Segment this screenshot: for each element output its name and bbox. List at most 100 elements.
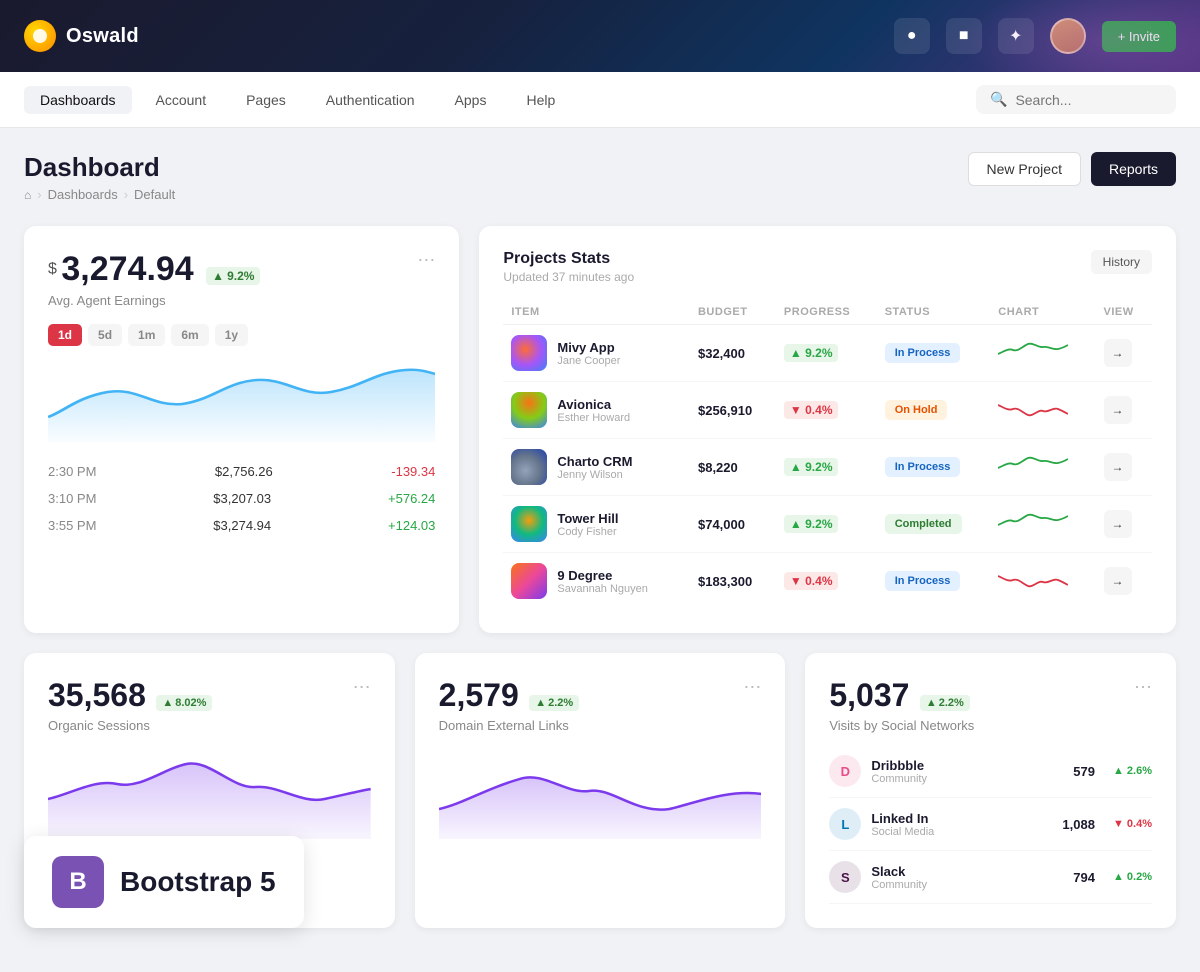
social-value: 794 <box>1073 870 1095 885</box>
domain-links-card: ⋯ 2,579 ▲ 2.2% Domain External Links <box>415 653 786 928</box>
social-name: Slack <box>871 864 927 879</box>
search-icon: 🔍 <box>990 91 1007 108</box>
project-budget: $32,400 <box>690 325 776 382</box>
project-item: 9 Degree Savannah Nguyen <box>511 563 682 599</box>
top-nav-right: ● ■ ✦ + Invite <box>894 18 1176 54</box>
col-item: ITEM <box>503 300 690 325</box>
time-tab-1m[interactable]: 1m <box>128 324 165 346</box>
logo-icon <box>24 20 56 52</box>
earn-row-1: 2:30 PM $2,756.26 -139.34 <box>48 458 435 485</box>
avatar[interactable] <box>1050 18 1086 54</box>
history-button[interactable]: History <box>1091 250 1152 274</box>
tab-authentication[interactable]: Authentication <box>310 86 431 114</box>
earnings-badge: ▲ 9.2% <box>206 267 260 285</box>
project-progress: ▼ 0.4% <box>784 572 839 590</box>
project-owner: Esther Howard <box>557 412 630 424</box>
table-row: 9 Degree Savannah Nguyen $183,300 ▼ 0.4%… <box>503 553 1152 610</box>
tab-pages[interactable]: Pages <box>230 86 302 114</box>
social-row: S Slack Community 794 ▲ 0.2% <box>829 851 1152 904</box>
page-content: Dashboard ⌂ › Dashboards › Default New P… <box>0 128 1200 972</box>
earn-row-2: 3:10 PM $3,207.03 +576.24 <box>48 485 435 512</box>
breadcrumb: ⌂ › Dashboards › Default <box>24 187 175 202</box>
project-thumbnail <box>511 392 547 428</box>
social-number-wrap: 5,037 ▲ 2.2% <box>829 677 1152 714</box>
project-chart <box>990 325 1095 382</box>
share-icon[interactable]: ✦ <box>998 18 1034 54</box>
col-status: STATUS <box>877 300 991 325</box>
tab-apps[interactable]: Apps <box>439 86 503 114</box>
earn-time-2: 3:10 PM <box>48 491 96 506</box>
bootstrap-overlay: B Bootstrap 5 <box>24 836 304 928</box>
project-owner: Cody Fisher <box>557 526 618 538</box>
table-row: Charto CRM Jenny Wilson $8,220 ▲ 9.2% In… <box>503 439 1152 496</box>
project-chart <box>990 496 1095 553</box>
time-tab-5d[interactable]: 5d <box>88 324 122 346</box>
camera-icon[interactable]: ● <box>894 18 930 54</box>
project-view-button[interactable]: → <box>1104 567 1132 595</box>
project-view-button[interactable]: → <box>1104 396 1132 424</box>
tab-help[interactable]: Help <box>510 86 571 114</box>
social-more-button[interactable]: ⋯ <box>1134 677 1152 698</box>
top-row: ⋯ $ 3,274.94 ▲ 9.2% Avg. Agent Earnings … <box>24 226 1176 633</box>
social-value: 1,088 <box>1062 817 1095 832</box>
project-thumbnail <box>511 449 547 485</box>
domain-number: 2,579 <box>439 677 519 713</box>
breadcrumb-dashboards[interactable]: Dashboards <box>48 187 118 202</box>
col-chart: CHART <box>990 300 1095 325</box>
reports-button[interactable]: Reports <box>1091 152 1176 186</box>
project-view-button[interactable]: → <box>1104 339 1132 367</box>
search-input[interactable] <box>1015 92 1162 108</box>
header-left: Dashboard ⌂ › Dashboards › Default <box>24 152 175 202</box>
social-change: ▲ 0.2% <box>1113 871 1152 883</box>
bootstrap-text: Bootstrap 5 <box>120 866 276 898</box>
main-navigation: Dashboards Account Pages Authentication … <box>0 72 1200 128</box>
invite-button[interactable]: + Invite <box>1102 21 1176 52</box>
project-name: Avionica <box>557 397 630 412</box>
project-name: Mivy App <box>557 340 620 355</box>
bootstrap-icon: B <box>52 856 104 908</box>
time-tab-1y[interactable]: 1y <box>215 324 248 346</box>
page-title: Dashboard <box>24 152 175 183</box>
project-status: Completed <box>885 514 962 534</box>
bottom-row: ⋯ 35,568 ▲ 8.02% Organic Sessions <box>24 653 1176 928</box>
earnings-more-button[interactable]: ⋯ <box>417 250 435 271</box>
project-budget: $8,220 <box>690 439 776 496</box>
project-status: In Process <box>885 571 961 591</box>
earn-time-3: 3:55 PM <box>48 518 96 533</box>
col-view: VIEW <box>1096 300 1153 325</box>
projects-card-subtitle: Updated 37 minutes ago <box>503 270 634 284</box>
logo[interactable]: Oswald <box>24 20 139 52</box>
social-row: D Dribbble Community 579 ▲ 2.6% <box>829 745 1152 798</box>
tab-dashboards[interactable]: Dashboards <box>24 86 132 114</box>
project-progress: ▲ 9.2% <box>784 344 839 362</box>
app-name: Oswald <box>66 25 139 48</box>
projects-card-title: Projects Stats <box>503 250 634 268</box>
organic-chart <box>48 749 371 839</box>
monitor-icon[interactable]: ■ <box>946 18 982 54</box>
time-tab-1d[interactable]: 1d <box>48 324 82 346</box>
social-name: Linked In <box>871 811 934 826</box>
new-project-button[interactable]: New Project <box>968 152 1081 186</box>
earnings-chart <box>48 362 435 442</box>
earnings-rows: 2:30 PM $2,756.26 -139.34 3:10 PM $3,207… <box>48 458 435 539</box>
organic-more-button[interactable]: ⋯ <box>353 677 371 698</box>
header-buttons: New Project Reports <box>968 152 1177 186</box>
project-view-button[interactable]: → <box>1104 510 1132 538</box>
project-status: In Process <box>885 343 961 363</box>
social-name: Dribbble <box>871 758 927 773</box>
earn-change-2: +576.24 <box>388 491 435 506</box>
earn-change-1: -139.34 <box>391 464 435 479</box>
project-progress: ▲ 9.2% <box>784 515 839 533</box>
project-budget: $256,910 <box>690 382 776 439</box>
projects-card-header: Projects Stats Updated 37 minutes ago Hi… <box>503 250 1152 284</box>
project-chart <box>990 382 1095 439</box>
search-wrapper: 🔍 <box>976 85 1176 114</box>
project-view-button[interactable]: → <box>1104 453 1132 481</box>
time-tab-6m[interactable]: 6m <box>171 324 208 346</box>
time-tabs: 1d 5d 1m 6m 1y <box>48 324 435 346</box>
domain-more-button[interactable]: ⋯ <box>743 677 761 698</box>
earn-amount-2: $3,207.03 <box>213 491 271 506</box>
earnings-amount-wrap: $ 3,274.94 ▲ 9.2% <box>48 250 435 289</box>
tab-account[interactable]: Account <box>140 86 223 114</box>
social-icon: L <box>829 808 861 840</box>
